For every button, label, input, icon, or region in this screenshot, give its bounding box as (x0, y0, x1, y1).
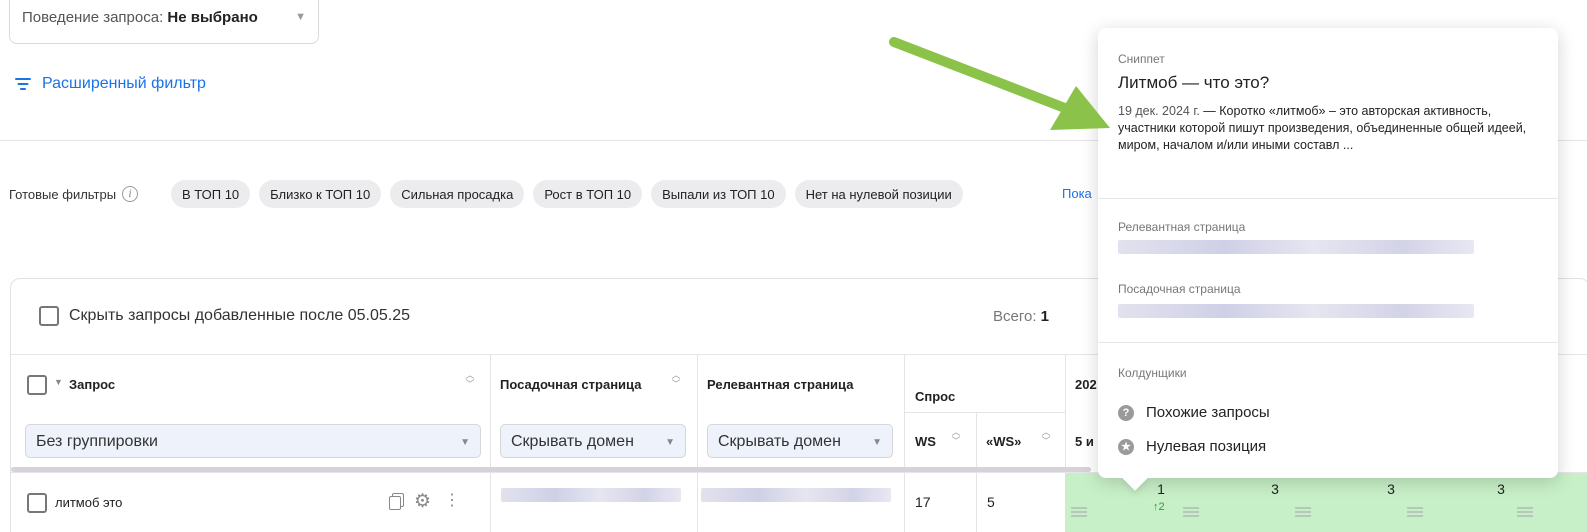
col-separator (490, 473, 491, 532)
advanced-filter-label: Расширенный фильтр (42, 75, 206, 92)
snippet-label: Сниппет (1118, 52, 1165, 66)
popover-divider (1098, 198, 1558, 199)
chip-strong-drop[interactable]: Сильная просадка (390, 180, 525, 208)
wizards-label: Колдунщики (1118, 366, 1187, 380)
position-value: 1 (1157, 481, 1165, 497)
hide-new-queries-checkbox[interactable]: Скрыть запросы добавленные после 05.05.2… (39, 306, 410, 326)
row-query: литмоб это (55, 495, 123, 510)
hide-new-queries-label: Скрыть запросы добавленные после 05.05.2… (69, 307, 411, 324)
relevant-domain-value: Скрывать домен (718, 433, 841, 450)
row-checkbox[interactable] (27, 493, 47, 513)
row-ws-quoted: 5 (987, 494, 995, 510)
position-value: 3 (1387, 481, 1395, 497)
copy-icon[interactable] (389, 493, 404, 510)
snippet-date: 19 дек. 2024 г. (1118, 104, 1200, 118)
total-value: 1 (1040, 308, 1050, 325)
info-icon[interactable]: i (122, 186, 139, 202)
header-demand: Спрос (915, 389, 956, 404)
relevant-page-url-blurred[interactable] (1118, 240, 1474, 254)
snippet-popover: Сниппет Литмоб — что это? 19 дек. 2024 г… (1098, 28, 1558, 491)
header-ws-quoted[interactable]: «WS» (986, 434, 1021, 449)
table-row: литмоб это ⚙ ⋮ 17 5 1 ↑2 3 3 3 (11, 472, 1587, 532)
sort-icon[interactable]: ︿ ﹀ (951, 428, 961, 446)
preset-filters-label: Готовые фильтры i (9, 186, 139, 202)
annotation-arrow-icon (889, 37, 1110, 130)
landing-url-blurred (501, 488, 681, 502)
bar-chart-icon[interactable] (1407, 507, 1423, 517)
page: Поведение запроса: Не выбрано ▼ Расширен… (0, 0, 1587, 532)
landing-page-url-blurred[interactable] (1118, 304, 1474, 318)
bar-chart-icon[interactable] (1295, 507, 1311, 517)
wizard-similar-queries: ? Похожие запросы (1118, 404, 1270, 421)
snippet-title: Литмоб — что это? (1118, 73, 1270, 92)
wizard-label: Нулевая позиция (1146, 438, 1267, 455)
chevron-down-icon: ▼ (460, 437, 470, 448)
checkbox[interactable] (39, 306, 59, 326)
chevron-down-icon[interactable]: ▼ (54, 377, 63, 387)
col-separator (697, 473, 698, 532)
landing-domain-value: Скрывать домен (511, 433, 634, 450)
col-separator (976, 473, 977, 532)
total-label: Всего: (993, 308, 1037, 325)
chevron-down-icon: ▼ (665, 437, 675, 448)
landing-domain-select[interactable]: Скрывать домен ▼ (500, 424, 686, 458)
star-circle-icon: ★ (1118, 438, 1134, 455)
query-behavior-prefix: Поведение запроса: (22, 9, 164, 26)
subheader-line (904, 412, 1065, 413)
header-landing[interactable]: Посадочная страница (500, 377, 641, 392)
snippet-text: 19 дек. 2024 г. — Коротко «литмоб» – это… (1118, 103, 1538, 154)
chevron-down-icon: ▼ (872, 437, 882, 448)
bar-chart-icon[interactable] (1517, 507, 1533, 517)
chip-no-zero-position[interactable]: Нет на нулевой позиции (794, 180, 963, 208)
query-behavior-select[interactable]: Поведение запроса: Не выбрано ▼ (9, 0, 319, 44)
gear-icon[interactable]: ⚙ (414, 490, 431, 513)
chip-near-top10[interactable]: Близко к ТОП 10 (259, 180, 382, 208)
advanced-filter-button[interactable]: Расширенный фильтр (14, 72, 206, 96)
select-all-checkbox[interactable] (27, 375, 47, 395)
bar-chart-icon[interactable] (1183, 507, 1199, 517)
position-delta: ↑2 (1153, 501, 1165, 513)
show-more-link[interactable]: Пока (1062, 186, 1092, 201)
bar-chart-icon[interactable] (1071, 507, 1087, 517)
sort-icon[interactable]: ︿ ﹀ (1041, 428, 1051, 446)
preset-chips: В ТОП 10 Близко к ТОП 10 Сильная просадк… (171, 180, 963, 208)
popover-divider (1098, 342, 1558, 343)
relevant-page-label: Релевантная страница (1118, 220, 1246, 234)
header-relevant[interactable]: Релевантная страница (707, 377, 853, 392)
position-value: 3 (1497, 481, 1505, 497)
header-year: 202 (1075, 377, 1097, 392)
wizard-label: Похожие запросы (1146, 404, 1270, 421)
chevron-down-icon: ▼ (295, 11, 306, 23)
main-panel: Поведение запроса: Не выбрано ▼ Расширен… (0, 0, 1587, 532)
header-ws[interactable]: WS (915, 434, 936, 449)
sort-icon[interactable]: ︿ ﹀ (465, 371, 475, 389)
col-separator (904, 473, 905, 532)
row-ws: 17 (915, 494, 931, 510)
preset-filters-text: Готовые фильтры (9, 186, 117, 202)
chip-dropped-top10[interactable]: Выпали из ТОП 10 (651, 180, 786, 208)
header-five: 5 и (1075, 434, 1094, 449)
chip-growth-top10[interactable]: Рост в ТОП 10 (533, 180, 643, 208)
wizard-zero-position: ★ Нулевая позиция (1118, 438, 1266, 455)
header-query[interactable]: Запрос (69, 377, 115, 392)
relevant-url-blurred (701, 488, 891, 502)
question-circle-icon: ? (1118, 404, 1134, 421)
grouping-select[interactable]: Без группировки ▼ (25, 424, 481, 458)
position-value: 3 (1271, 481, 1279, 497)
total-count: Всего: 1 (993, 308, 1049, 325)
landing-page-label: Посадочная страница (1118, 282, 1241, 296)
filter-icon (14, 77, 32, 91)
more-vertical-icon[interactable]: ⋮ (444, 490, 460, 510)
grouping-select-value: Без группировки (36, 433, 158, 450)
query-behavior-value: Не выбрано (167, 9, 258, 26)
sort-icon[interactable]: ︿ ﹀ (671, 371, 681, 389)
relevant-domain-select[interactable]: Скрывать домен ▼ (707, 424, 893, 458)
chip-top10[interactable]: В ТОП 10 (171, 180, 251, 208)
